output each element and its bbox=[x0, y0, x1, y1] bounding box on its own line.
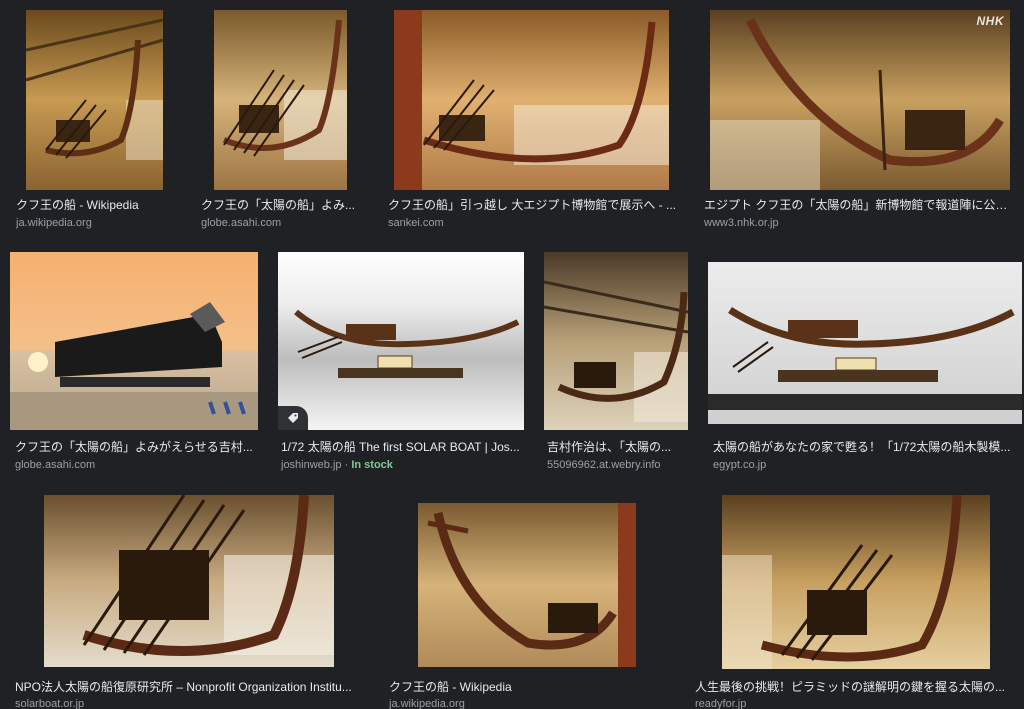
result-source: globe.asahi.com bbox=[15, 459, 96, 471]
image-result-7[interactable]: 吉村作治は、「太陽の... 55096962.at.webry.info bbox=[542, 252, 692, 477]
nhk-watermark: NHK bbox=[976, 14, 1004, 28]
image-result-5[interactable]: クフ王の「太陽の船」よみがえらせる吉村... globe.asahi.com bbox=[10, 252, 262, 477]
result-thumbnail[interactable] bbox=[278, 252, 524, 430]
image-result-11[interactable]: 人生最後の挑戦！ピラミッドの謎解明の鍵を握る太陽の... readyfor.jp bbox=[690, 495, 1024, 709]
image-result-4[interactable]: NHK エジプト クフ王の「太陽の船」新博物館で報道陣に公開... www3.n… bbox=[700, 10, 1016, 235]
image-result-1[interactable]: クフ王の船 - Wikipedia ja.wikipedia.org bbox=[10, 10, 170, 235]
result-title[interactable]: クフ王の船 - Wikipedia bbox=[389, 680, 669, 695]
result-source: sankei.com bbox=[388, 217, 444, 229]
result-source: readyfor.jp bbox=[695, 698, 747, 709]
result-source-row: joshinweb.jp · In stock bbox=[281, 458, 526, 472]
result-title[interactable]: NPO法人太陽の船復原研究所 – Nonprofit Organization … bbox=[15, 680, 373, 695]
image-result-10[interactable]: クフ王の船 - Wikipedia ja.wikipedia.org bbox=[384, 495, 674, 709]
in-stock-label: In stock bbox=[351, 459, 393, 471]
result-thumbnail[interactable] bbox=[418, 503, 636, 667]
result-title[interactable]: クフ王の船」引っ越し 大エジプト博物館で展示へ - ... bbox=[388, 198, 680, 213]
result-source: solarboat.or.jp bbox=[15, 698, 85, 709]
result-source: www3.nhk.or.jp bbox=[704, 217, 779, 229]
stock-separator: · bbox=[341, 459, 352, 471]
result-source: joshinweb.jp bbox=[281, 459, 342, 471]
result-thumbnail[interactable] bbox=[394, 10, 669, 190]
result-source: globe.asahi.com bbox=[201, 217, 282, 229]
image-results-grid: クフ王の船 - Wikipedia ja.wikipedia.org クフ王の「… bbox=[0, 0, 1024, 709]
result-thumbnail[interactable] bbox=[26, 10, 163, 190]
result-thumbnail[interactable]: NHK bbox=[710, 10, 1010, 190]
result-title[interactable]: 1/72 太陽の船 The first SOLAR BOAT | Jos... bbox=[281, 440, 526, 455]
result-thumbnail[interactable] bbox=[214, 10, 347, 190]
image-result-6[interactable]: 1/72 太陽の船 The first SOLAR BOAT | Jos... … bbox=[276, 252, 532, 477]
image-result-8[interactable]: 太陽の船があなたの家で甦る！「1/72太陽の船木製模... egypt.co.j… bbox=[704, 252, 1022, 477]
result-title[interactable]: クフ王の「太陽の船」よみがえらせる吉村... bbox=[15, 440, 260, 455]
result-source: ja.wikipedia.org bbox=[16, 217, 92, 229]
result-thumbnail[interactable] bbox=[722, 495, 990, 669]
tag-icon bbox=[278, 406, 308, 430]
result-thumbnail[interactable] bbox=[44, 495, 334, 667]
result-source: ja.wikipedia.org bbox=[389, 698, 465, 709]
result-source: 55096962.at.webry.info bbox=[547, 459, 661, 471]
result-title[interactable]: 吉村作治は、「太陽の... bbox=[547, 440, 687, 455]
result-source: egypt.co.jp bbox=[713, 459, 767, 471]
result-title[interactable]: 太陽の船があなたの家で甦る！「1/72太陽の船木製模... bbox=[713, 440, 1019, 455]
result-thumbnail[interactable] bbox=[708, 262, 1022, 424]
result-title[interactable]: クフ王の船 - Wikipedia bbox=[16, 198, 166, 213]
image-result-9[interactable]: NPO法人太陽の船復原研究所 – Nonprofit Organization … bbox=[10, 495, 380, 709]
image-result-3[interactable]: クフ王の船」引っ越し 大エジプト博物館で展示へ - ... sankei.com bbox=[384, 10, 684, 235]
image-result-2[interactable]: クフ王の「太陽の船」よみ... globe.asahi.com bbox=[196, 10, 366, 235]
result-thumbnail[interactable] bbox=[10, 252, 258, 430]
result-title[interactable]: 人生最後の挑戦！ピラミッドの謎解明の鍵を握る太陽の... bbox=[695, 680, 1020, 695]
result-title[interactable]: エジプト クフ王の「太陽の船」新博物館で報道陣に公開... bbox=[704, 198, 1012, 213]
result-thumbnail[interactable] bbox=[544, 252, 688, 430]
result-title[interactable]: クフ王の「太陽の船」よみ... bbox=[201, 198, 361, 213]
